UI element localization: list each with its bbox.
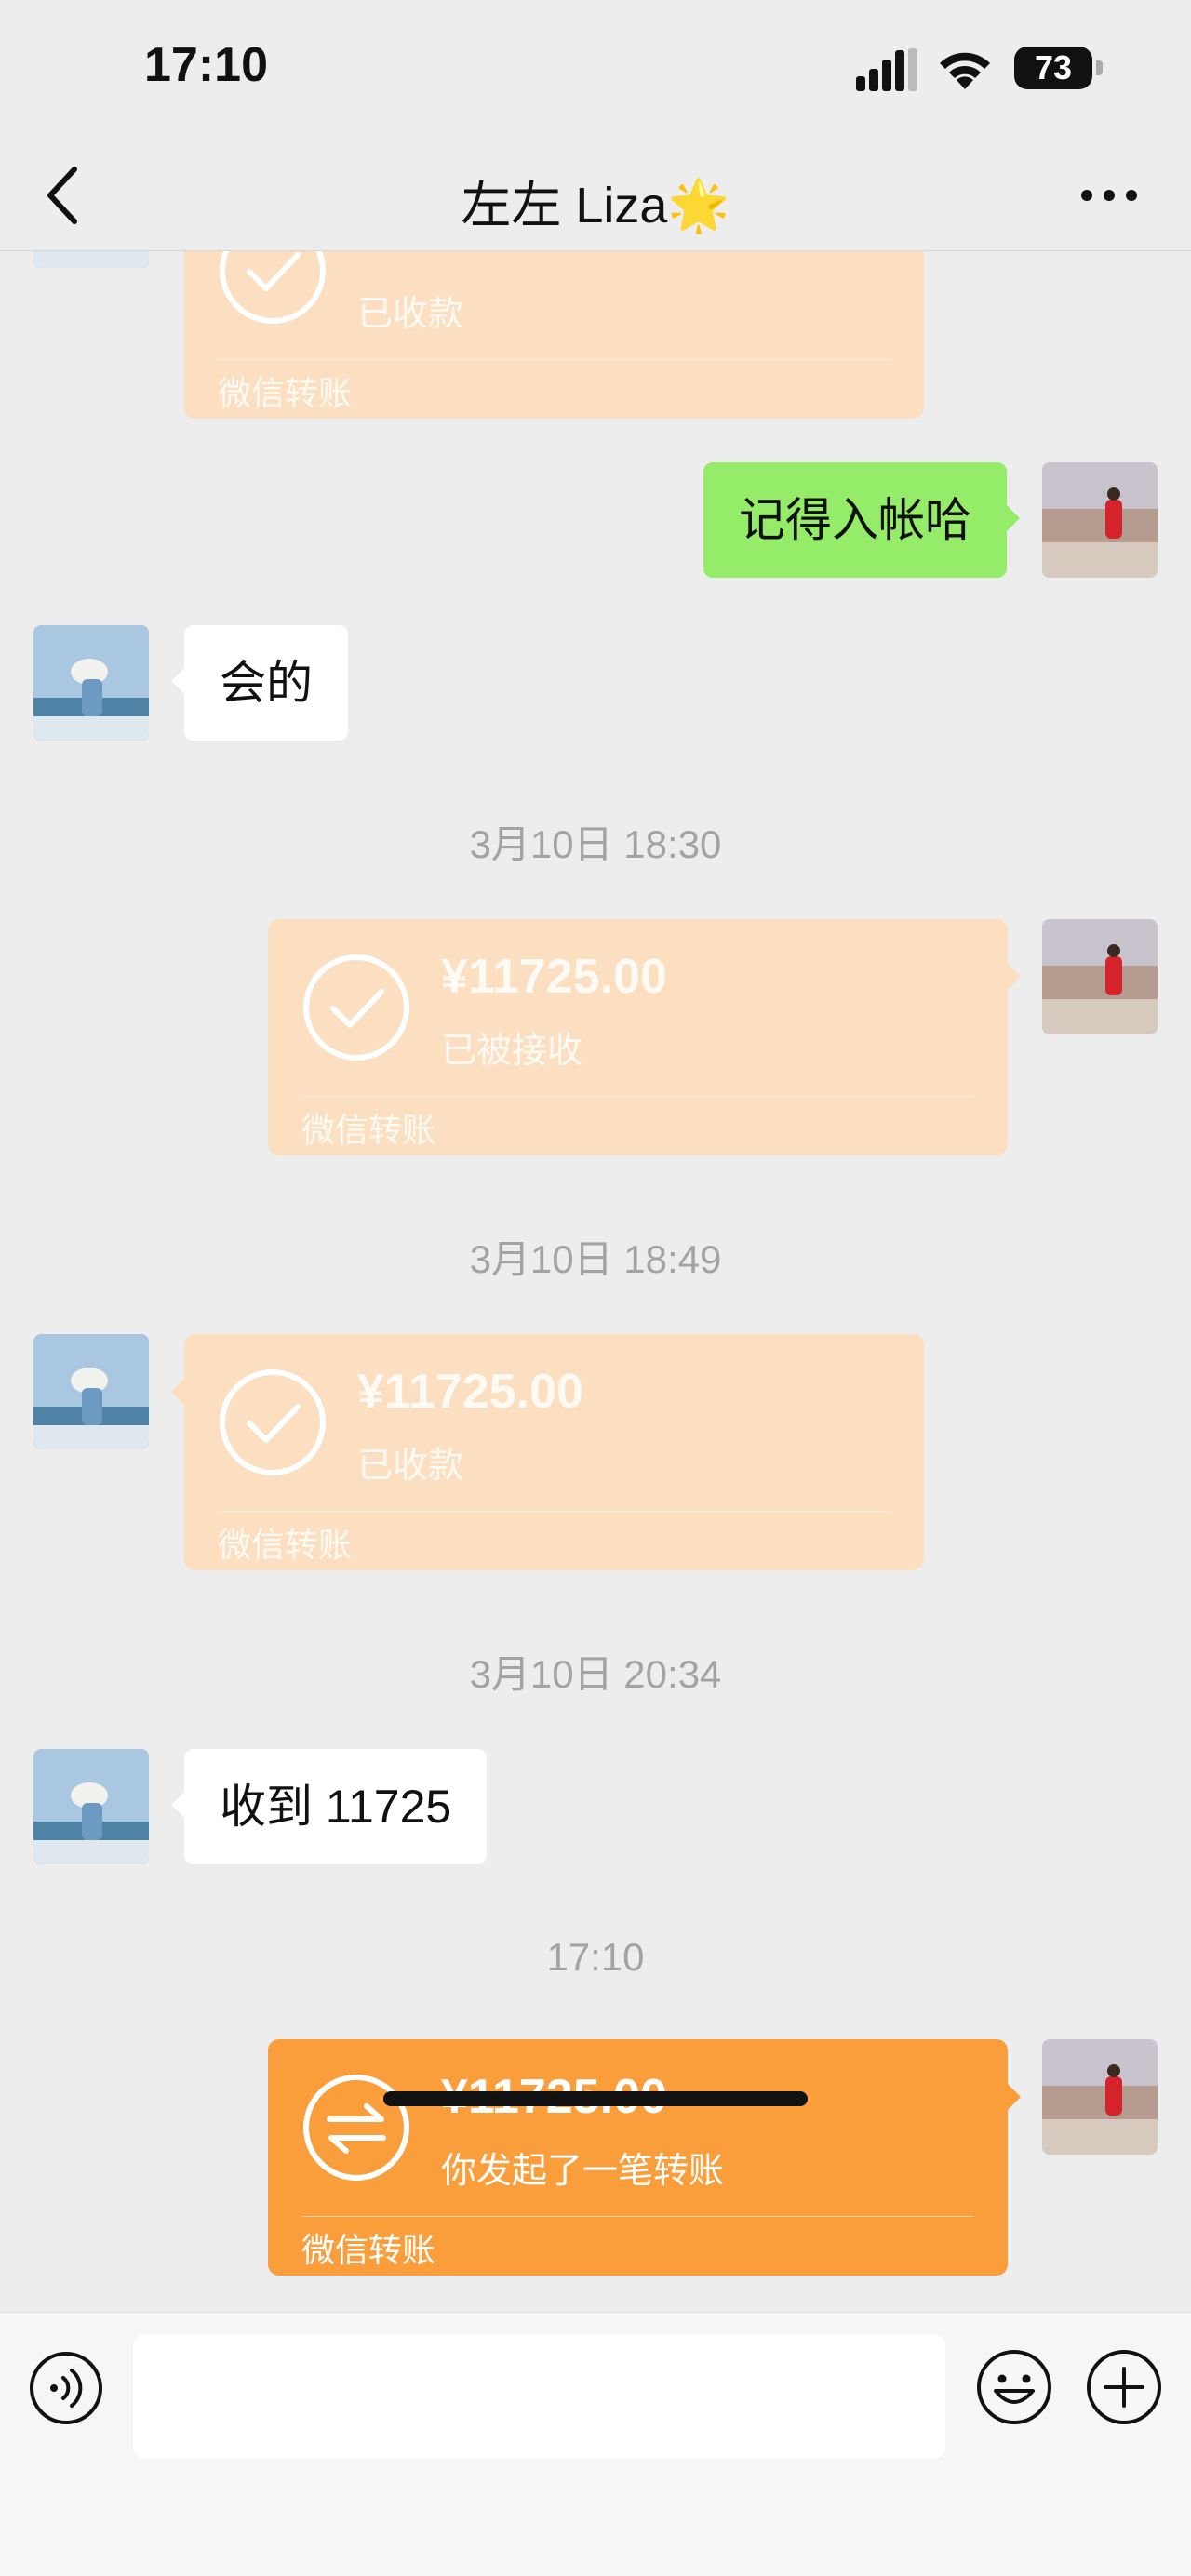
contact-avatar[interactable] bbox=[33, 251, 149, 268]
message-list[interactable]: 已收款 微信转账 记得入帐哈 会的 3月10日 18:30 ¥11725.00 … bbox=[0, 251, 1191, 2312]
battery-level: 73 bbox=[1034, 48, 1073, 87]
message-input[interactable] bbox=[133, 2335, 945, 2458]
transfer-label: 微信转账 bbox=[218, 374, 353, 412]
check-circle-icon bbox=[220, 251, 326, 324]
timestamp: 17:10 bbox=[546, 1935, 645, 1979]
transfer-card[interactable]: ¥11725.00 已收款 微信转账 bbox=[171, 1334, 924, 1570]
chat-header: 左左 Liza🌟 bbox=[0, 140, 1191, 251]
chat-title: 左左 Liza🌟 bbox=[461, 178, 730, 234]
signal-icon bbox=[856, 48, 917, 91]
transfer-arrows-icon bbox=[303, 2075, 409, 2181]
transfer-amount: ¥11725.00 bbox=[441, 950, 667, 1004]
transfer-label: 微信转账 bbox=[218, 1526, 353, 1564]
transfer-card[interactable]: ¥11725.00 已被接收 微信转账 bbox=[268, 919, 1021, 1155]
transfer-status: 已收款 bbox=[357, 295, 464, 334]
battery-icon: 73 bbox=[1014, 47, 1104, 91]
home-indicator[interactable] bbox=[383, 2091, 808, 2106]
contact-avatar[interactable] bbox=[33, 1334, 149, 1449]
divider bbox=[301, 2216, 974, 2217]
message-bubble-sent[interactable]: 记得入帐哈 bbox=[703, 462, 1020, 578]
status-time: 17:10 bbox=[144, 38, 268, 92]
transfer-label: 微信转账 bbox=[301, 1111, 436, 1149]
transfer-amount: ¥11725.00 bbox=[357, 1365, 583, 1419]
wifi-icon bbox=[940, 52, 990, 89]
self-avatar[interactable] bbox=[1042, 919, 1158, 1034]
transfer-status: 你发起了一笔转账 bbox=[441, 2152, 725, 2191]
contact-avatar[interactable] bbox=[33, 625, 149, 741]
timestamp: 3月10日 20:34 bbox=[469, 1652, 722, 1696]
timestamp: 3月10日 18:30 bbox=[469, 822, 722, 866]
voice-icon[interactable] bbox=[28, 2350, 104, 2426]
timestamp: 3月10日 18:49 bbox=[469, 1237, 722, 1281]
contact-avatar[interactable] bbox=[33, 1749, 149, 1864]
check-circle-icon bbox=[303, 954, 409, 1061]
more-icon[interactable] bbox=[1079, 186, 1139, 205]
status-bar: 17:10 73 bbox=[0, 0, 1191, 140]
emoji-icon[interactable] bbox=[975, 2348, 1053, 2426]
self-avatar[interactable] bbox=[1042, 2039, 1158, 2155]
divider bbox=[218, 359, 890, 360]
message-bubble-received[interactable]: 收到 11725 bbox=[170, 1749, 488, 1864]
check-circle-icon bbox=[220, 1369, 326, 1475]
message-bubble-received[interactable]: 会的 bbox=[171, 625, 348, 741]
transfer-status: 已被接收 bbox=[441, 1032, 583, 1071]
self-avatar[interactable] bbox=[1042, 462, 1158, 578]
transfer-label: 微信转账 bbox=[301, 2231, 436, 2269]
transfer-card[interactable]: 已收款 微信转账 bbox=[171, 251, 924, 419]
divider bbox=[301, 1096, 974, 1097]
divider bbox=[218, 1511, 890, 1512]
plus-icon[interactable] bbox=[1085, 2348, 1163, 2426]
transfer-status: 已收款 bbox=[357, 1447, 464, 1486]
input-bar bbox=[0, 2312, 1191, 2576]
transfer-card[interactable]: ¥11725.00 你发起了一笔转账 微信转账 bbox=[268, 2039, 1021, 2276]
